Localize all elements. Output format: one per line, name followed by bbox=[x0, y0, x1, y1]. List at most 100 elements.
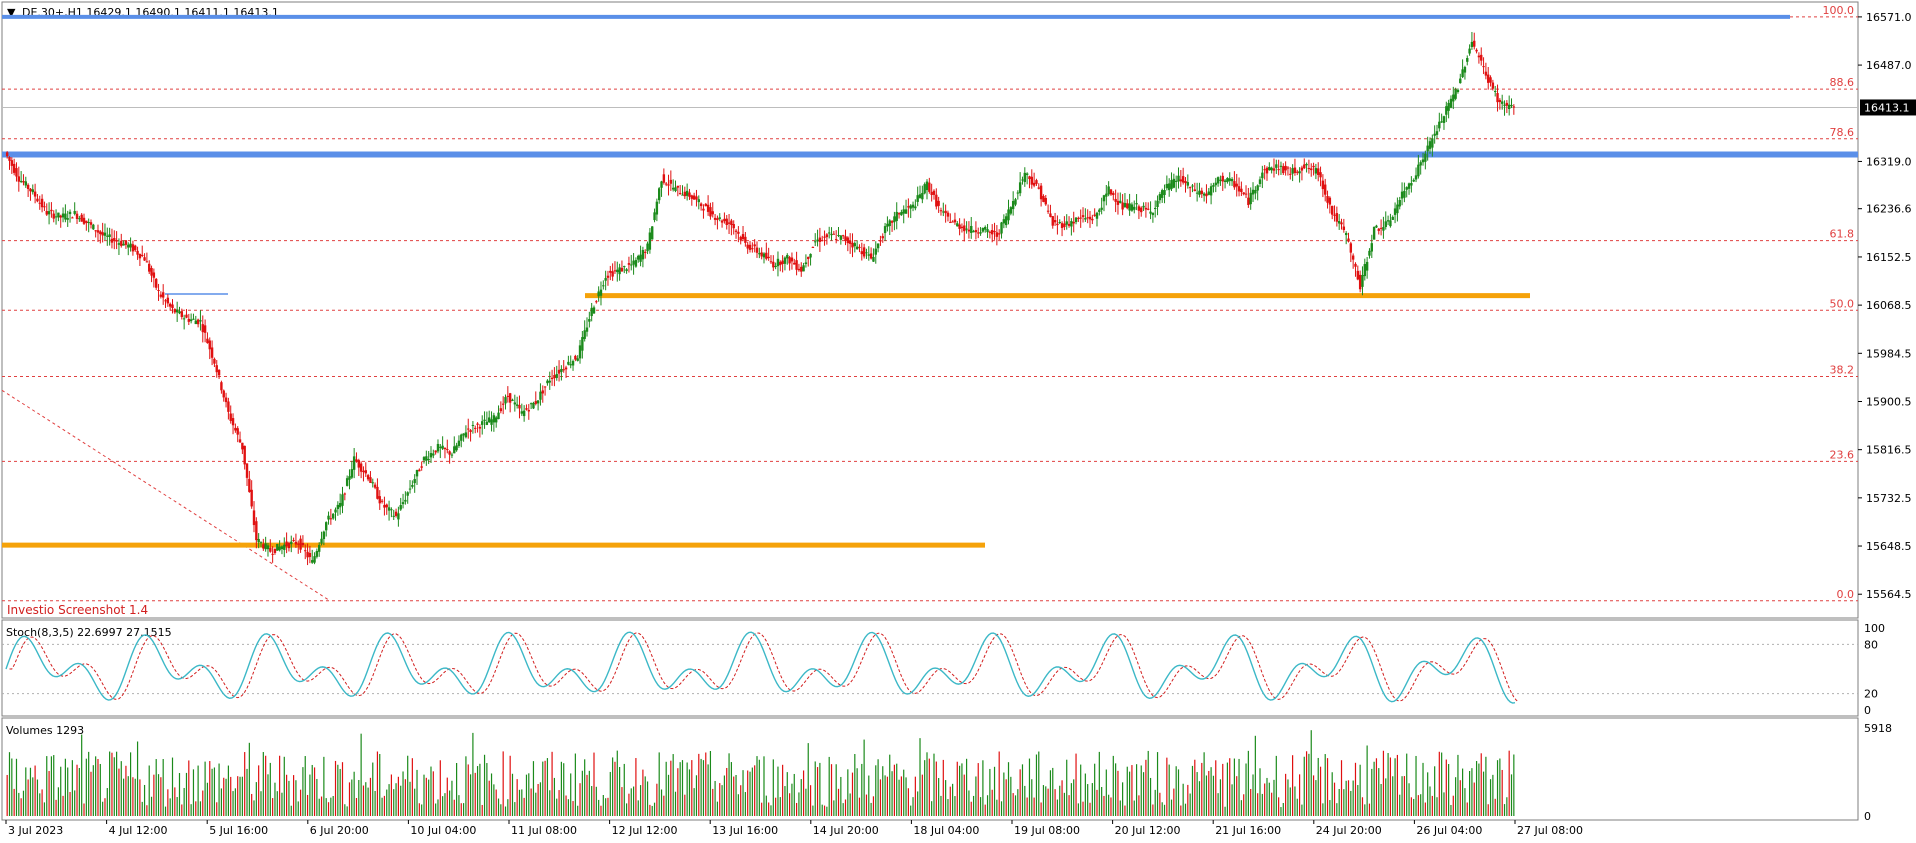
candle-body bbox=[1317, 168, 1320, 175]
price-tick-label: 15984.5 bbox=[1866, 347, 1912, 360]
candle-body bbox=[1396, 204, 1399, 214]
candle-body bbox=[1240, 188, 1243, 193]
candle-body bbox=[1140, 207, 1143, 213]
candle-body bbox=[420, 466, 423, 468]
candle-body bbox=[1314, 168, 1318, 174]
candle-body bbox=[217, 370, 221, 376]
candle-body bbox=[138, 254, 142, 259]
candle-body bbox=[574, 355, 577, 360]
candle-body bbox=[362, 470, 365, 473]
candle-body bbox=[811, 246, 815, 248]
candle-body bbox=[637, 255, 640, 260]
candle-body bbox=[1114, 198, 1117, 202]
candle-body bbox=[751, 248, 754, 250]
candle-body bbox=[10, 160, 14, 166]
candle-body bbox=[1452, 94, 1455, 102]
chart-svg[interactable]: ▼ DE.30+,H1 16429.1 16490.1 16411.1 1641… bbox=[0, 0, 1916, 840]
candle-body bbox=[446, 449, 449, 451]
candle-body bbox=[823, 236, 826, 238]
candle-body bbox=[1086, 217, 1089, 219]
stoch-lines: 100 80 20 0 bbox=[2, 622, 1885, 717]
volume-zero-label: 0 bbox=[1864, 810, 1871, 823]
candle-body bbox=[1014, 199, 1017, 205]
candle-body bbox=[818, 237, 822, 242]
candle-body bbox=[515, 404, 519, 406]
candle-body bbox=[129, 243, 132, 248]
candle-body bbox=[1328, 197, 1332, 205]
candle-body bbox=[224, 397, 228, 403]
candle-body bbox=[1358, 274, 1362, 290]
candle-body bbox=[711, 211, 714, 215]
candle-body bbox=[1417, 164, 1420, 177]
candle-body bbox=[439, 446, 442, 448]
candle-body bbox=[334, 509, 337, 513]
candle-body bbox=[1300, 167, 1304, 171]
volume-pane-frame bbox=[1, 717, 1859, 821]
candle-body bbox=[986, 229, 989, 233]
candle-body bbox=[52, 213, 55, 219]
fib-label: 100.0 bbox=[1823, 4, 1855, 17]
candle-body bbox=[245, 463, 249, 478]
candle-body bbox=[1023, 172, 1027, 183]
chart-window[interactable]: ▼ DE.30+,H1 16429.1 16490.1 16411.1 1641… bbox=[0, 0, 1916, 840]
candle-body bbox=[387, 507, 391, 511]
candle-body bbox=[1030, 176, 1033, 185]
candle-body bbox=[103, 232, 107, 236]
time-tick-label: 19 Jul 08:00 bbox=[1014, 824, 1080, 837]
candle-body bbox=[1126, 203, 1129, 209]
candle-body bbox=[939, 210, 943, 212]
candle-body bbox=[380, 500, 384, 502]
candle-body bbox=[1279, 165, 1283, 167]
candle-body bbox=[1498, 99, 1502, 103]
candle-body bbox=[972, 231, 975, 233]
candle-body bbox=[483, 419, 486, 421]
candle-body bbox=[660, 181, 663, 188]
candle-body bbox=[143, 257, 146, 261]
candle-body bbox=[564, 367, 568, 370]
candle-body bbox=[336, 504, 340, 510]
candle-body bbox=[930, 191, 933, 196]
candle-body bbox=[1142, 205, 1145, 208]
candle-body bbox=[576, 358, 579, 361]
candle-body bbox=[436, 443, 440, 452]
candle-body bbox=[12, 163, 16, 173]
candle-body bbox=[1354, 263, 1357, 267]
candle-body bbox=[1060, 223, 1064, 228]
candle-body bbox=[997, 233, 1001, 235]
candle-body bbox=[220, 382, 223, 391]
candle-body bbox=[655, 201, 659, 215]
candle-body bbox=[443, 447, 447, 450]
candle-body bbox=[376, 486, 379, 499]
fib-label: 0.0 bbox=[1837, 588, 1855, 601]
fib-label: 23.6 bbox=[1830, 448, 1855, 461]
candle-body bbox=[674, 187, 677, 192]
candle-body bbox=[47, 211, 51, 215]
candle-body bbox=[1405, 187, 1408, 190]
candle-body bbox=[1044, 197, 1047, 205]
candle-body bbox=[17, 176, 21, 182]
candle-body bbox=[1426, 145, 1429, 152]
candle-body bbox=[548, 380, 551, 383]
volume-max-label: 5918 bbox=[1864, 722, 1892, 735]
candle-body bbox=[699, 203, 703, 207]
candle-body bbox=[550, 377, 554, 380]
candle-body bbox=[404, 499, 407, 502]
candle-body bbox=[1424, 153, 1427, 162]
candle-body bbox=[234, 427, 237, 431]
candle-body bbox=[1056, 223, 1059, 226]
candle-body bbox=[1435, 131, 1439, 135]
candle-body bbox=[513, 402, 517, 405]
candle-body bbox=[457, 440, 461, 446]
candle-body bbox=[236, 428, 239, 435]
candle-body bbox=[189, 319, 193, 322]
candle-body bbox=[1349, 243, 1353, 253]
candle-body bbox=[355, 459, 358, 462]
price-tick-label: 16571.0 bbox=[1866, 11, 1912, 24]
candle-body bbox=[213, 358, 216, 364]
candle-body bbox=[1487, 74, 1490, 83]
candle-body bbox=[623, 266, 626, 268]
candle-body bbox=[993, 231, 996, 233]
candle-body bbox=[1109, 189, 1113, 195]
candle-body bbox=[171, 304, 174, 309]
candle-body bbox=[408, 488, 412, 490]
